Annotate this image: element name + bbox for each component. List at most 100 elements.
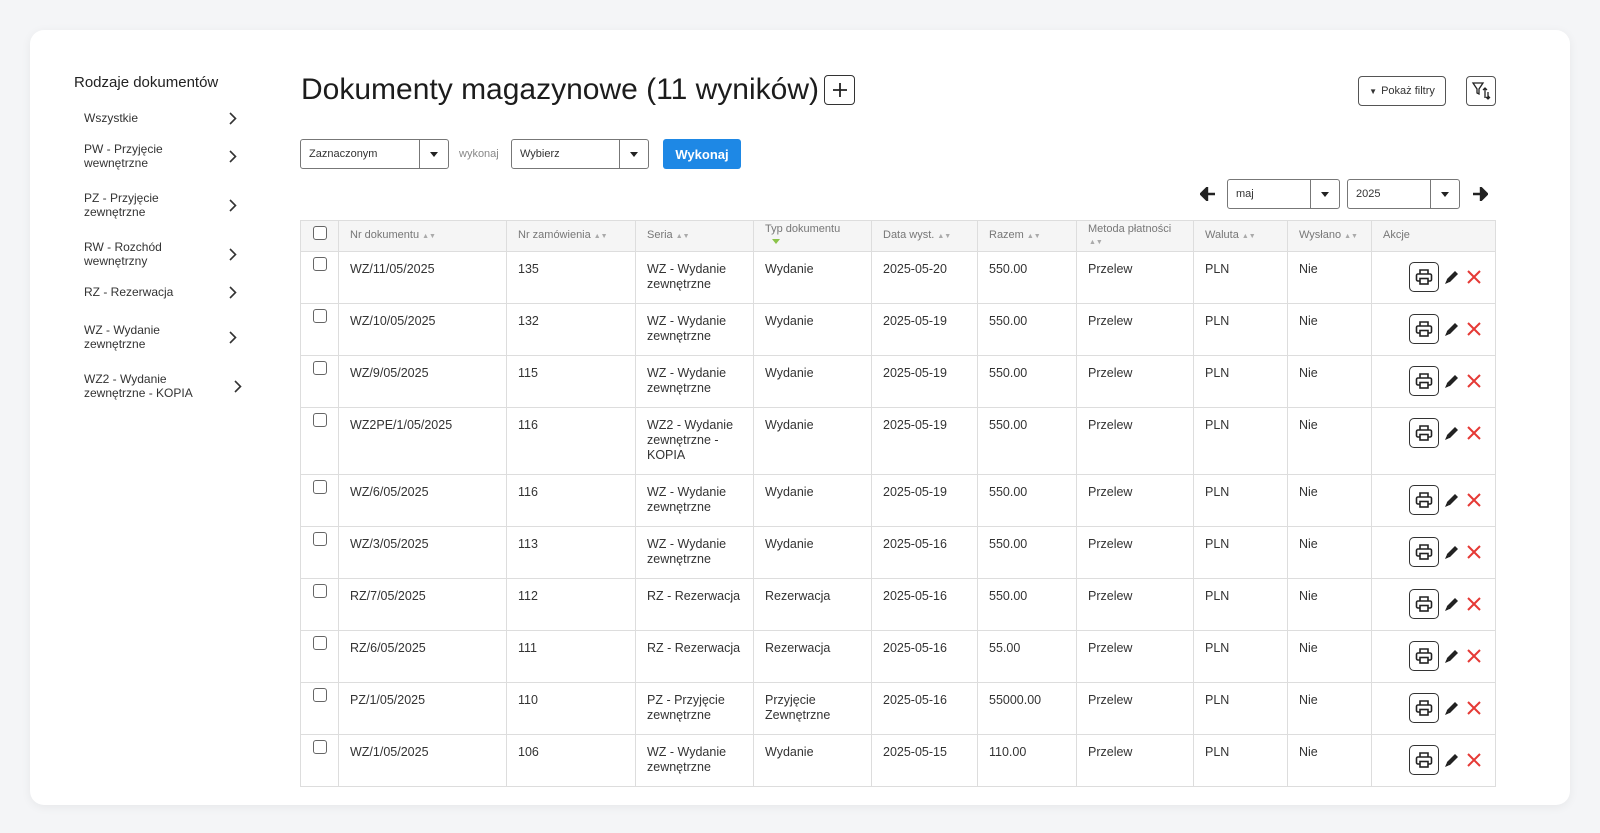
close-icon[interactable] bbox=[1465, 372, 1483, 390]
cell-payment: Przelew bbox=[1076, 630, 1194, 683]
caret-down-icon: ▼ bbox=[1369, 86, 1378, 96]
execute-button[interactable]: Wykonaj bbox=[663, 139, 741, 169]
column-label: Waluta bbox=[1205, 229, 1239, 241]
close-icon[interactable] bbox=[1465, 491, 1483, 509]
add-document-button[interactable] bbox=[824, 75, 855, 105]
cell-payment: Przelew bbox=[1076, 303, 1194, 356]
print-button[interactable] bbox=[1409, 745, 1439, 775]
pencil-icon[interactable] bbox=[1443, 320, 1461, 338]
close-icon[interactable] bbox=[1465, 424, 1483, 442]
print-button[interactable] bbox=[1409, 485, 1439, 515]
print-button[interactable] bbox=[1409, 589, 1439, 619]
sidebar-item-all[interactable]: Wszystkie bbox=[74, 111, 249, 125]
cell-total: 550.00 bbox=[977, 251, 1077, 304]
select-all-checkbox[interactable] bbox=[313, 226, 327, 240]
close-icon[interactable] bbox=[1465, 595, 1483, 613]
cell-sent: Nie bbox=[1287, 303, 1372, 356]
column-header-order[interactable]: Nr zamówienia ▲▼ bbox=[506, 220, 636, 252]
sidebar-item-label: PZ - Przyjęcie zewnętrzne bbox=[84, 191, 159, 219]
sidebar-item-pz[interactable]: PZ - Przyjęcie zewnętrzne bbox=[74, 191, 249, 219]
sidebar-item-label: WZ2 - Wydanie zewnętrzne - KOPIA bbox=[84, 372, 193, 400]
table-row: WZ/9/05/2025 115 WZ - Wydanie zewnętrzne Wy… bbox=[300, 355, 1496, 408]
column-header-type[interactable]: Typ dokumentu bbox=[753, 220, 872, 252]
prev-period-button[interactable] bbox=[1198, 184, 1218, 204]
pencil-icon[interactable] bbox=[1443, 699, 1461, 717]
close-icon[interactable] bbox=[1465, 543, 1483, 561]
row-checkbox[interactable] bbox=[313, 257, 327, 271]
sidebar-item-wz[interactable]: WZ - Wydanie zewnętrzne bbox=[74, 323, 249, 351]
cell-date: 2025-05-16 bbox=[871, 526, 978, 579]
cell-currency: PLN bbox=[1193, 407, 1288, 475]
pencil-icon[interactable] bbox=[1443, 751, 1461, 769]
print-button[interactable] bbox=[1409, 537, 1439, 567]
close-icon[interactable] bbox=[1465, 699, 1483, 717]
sidebar-item-label: RW - Rozchód wewnętrzny bbox=[84, 240, 162, 268]
print-button[interactable] bbox=[1409, 366, 1439, 396]
pencil-icon[interactable] bbox=[1443, 543, 1461, 561]
arrow-right-icon bbox=[1473, 187, 1488, 201]
sidebar-item-pw[interactable]: PW - Przyjęcie wewnętrzne bbox=[74, 142, 249, 170]
pencil-icon[interactable] bbox=[1443, 424, 1461, 442]
cell-date: 2025-05-19 bbox=[871, 355, 978, 408]
cell-sent: Nie bbox=[1287, 578, 1372, 631]
cell-currency: PLN bbox=[1193, 355, 1288, 408]
close-icon[interactable] bbox=[1465, 751, 1483, 769]
row-checkbox[interactable] bbox=[313, 636, 327, 650]
cell-currency: PLN bbox=[1193, 630, 1288, 683]
print-button[interactable] bbox=[1409, 641, 1439, 671]
column-header-sent[interactable]: Wysłano ▲▼ bbox=[1287, 220, 1372, 252]
print-button[interactable] bbox=[1409, 418, 1439, 448]
pencil-icon[interactable] bbox=[1443, 647, 1461, 665]
close-icon[interactable] bbox=[1465, 320, 1483, 338]
sidebar-item-rw[interactable]: RW - Rozchód wewnętrzny bbox=[74, 240, 249, 268]
close-icon[interactable] bbox=[1465, 268, 1483, 286]
chevron-right-icon bbox=[227, 247, 239, 261]
action-select[interactable]: Wybierz bbox=[511, 139, 649, 169]
cell-sent: Nie bbox=[1287, 355, 1372, 408]
next-period-button[interactable] bbox=[1470, 184, 1490, 204]
table-row: WZ/11/05/2025 135 WZ - Wydanie zewnętrzne W… bbox=[300, 251, 1496, 304]
cell-series: WZ2 - Wydanie zewnętrzne - KOPIA bbox=[635, 407, 754, 475]
column-header-currency[interactable]: Waluta ▲▼ bbox=[1193, 220, 1288, 252]
pencil-icon[interactable] bbox=[1443, 491, 1461, 509]
year-select[interactable]: 2025 bbox=[1347, 179, 1460, 209]
row-checkbox[interactable] bbox=[313, 740, 327, 754]
row-select-cell bbox=[300, 630, 339, 683]
print-button[interactable] bbox=[1409, 262, 1439, 292]
select-all-cell bbox=[300, 220, 339, 252]
row-actions bbox=[1371, 630, 1496, 683]
row-checkbox[interactable] bbox=[313, 309, 327, 323]
column-header-date[interactable]: Data wyst. ▲▼ bbox=[871, 220, 978, 252]
printer-icon bbox=[1415, 321, 1433, 337]
scope-select[interactable]: Zaznaczonym bbox=[300, 139, 449, 169]
cell-total: 550.00 bbox=[977, 474, 1077, 527]
column-header-total[interactable]: Razem ▲▼ bbox=[977, 220, 1077, 252]
cell-type: Wydanie bbox=[753, 474, 872, 527]
sidebar-item-rz[interactable]: RZ - Rezerwacja bbox=[74, 285, 249, 299]
row-checkbox[interactable] bbox=[313, 413, 327, 427]
column-label: Nr zamówienia bbox=[518, 229, 591, 241]
column-header-series[interactable]: Seria ▲▼ bbox=[635, 220, 754, 252]
print-button[interactable] bbox=[1409, 314, 1439, 344]
column-header-nr[interactable]: Nr dokumentu ▲▼ bbox=[338, 220, 507, 252]
row-checkbox[interactable] bbox=[313, 584, 327, 598]
filter-sort-button[interactable] bbox=[1466, 76, 1496, 106]
cell-sent: Nie bbox=[1287, 251, 1372, 304]
column-label: Nr dokumentu bbox=[350, 229, 420, 241]
pencil-icon[interactable] bbox=[1443, 595, 1461, 613]
column-header-payment[interactable]: Metoda płatności ▲▼ bbox=[1076, 220, 1194, 252]
show-filters-button[interactable]: ▼ Pokaż filtry bbox=[1358, 76, 1446, 106]
pencil-icon[interactable] bbox=[1443, 268, 1461, 286]
row-checkbox[interactable] bbox=[313, 532, 327, 546]
row-checkbox[interactable] bbox=[313, 361, 327, 375]
pencil-icon[interactable] bbox=[1443, 372, 1461, 390]
month-select[interactable]: maj bbox=[1227, 179, 1340, 209]
documents-table: Nr dokumentu ▲▼ Nr zamówienia ▲▼ Seria ▲▼ T… bbox=[300, 220, 1496, 787]
print-button[interactable] bbox=[1409, 693, 1439, 723]
row-checkbox[interactable] bbox=[313, 480, 327, 494]
cell-date: 2025-05-16 bbox=[871, 682, 978, 735]
table-row: RZ/7/05/2025 112 RZ - Rezerwacja Rezerwacja… bbox=[300, 578, 1496, 631]
row-checkbox[interactable] bbox=[313, 688, 327, 702]
sidebar-item-wz2[interactable]: WZ2 - Wydanie zewnętrzne - KOPIA bbox=[74, 372, 249, 400]
close-icon[interactable] bbox=[1465, 647, 1483, 665]
